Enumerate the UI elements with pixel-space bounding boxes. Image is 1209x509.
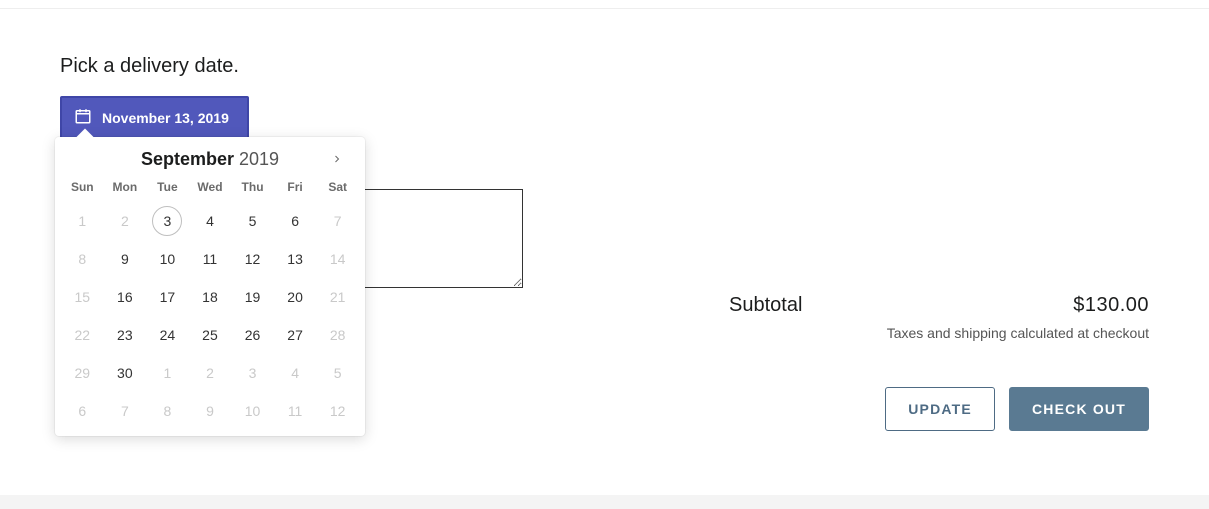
subtotal-amount: $130.00 bbox=[1073, 294, 1149, 317]
calendar-weekday: Wed bbox=[189, 174, 232, 202]
calendar-day[interactable]: 27 bbox=[274, 316, 317, 354]
calendar-day: 7 bbox=[316, 202, 359, 240]
calendar-day[interactable]: 23 bbox=[104, 316, 147, 354]
calendar-day: 10 bbox=[231, 392, 274, 430]
calendar-day[interactable]: 3 bbox=[146, 202, 189, 240]
calendar-day: 8 bbox=[146, 392, 189, 430]
calendar-day[interactable]: 9 bbox=[104, 240, 147, 278]
calendar-day[interactable]: 30 bbox=[104, 354, 147, 392]
calendar-day: 7 bbox=[104, 392, 147, 430]
calendar-weekday: Fri bbox=[274, 174, 317, 202]
calendar-month: September bbox=[141, 149, 234, 169]
calendar-day[interactable]: 13 bbox=[274, 240, 317, 278]
calendar-day[interactable]: 4 bbox=[189, 202, 232, 240]
calendar-day[interactable]: 25 bbox=[189, 316, 232, 354]
calendar-title: September 2019 bbox=[141, 149, 279, 170]
calendar-weekday: Sun bbox=[61, 174, 104, 202]
calendar-day[interactable]: 24 bbox=[146, 316, 189, 354]
calendar-day: 2 bbox=[104, 202, 147, 240]
subtotal-label: Subtotal bbox=[729, 294, 802, 317]
calendar-day: 1 bbox=[61, 202, 104, 240]
calendar-day: 2 bbox=[189, 354, 232, 392]
calendar-day: 14 bbox=[316, 240, 359, 278]
calendar-day: 12 bbox=[316, 392, 359, 430]
calendar-day: 4 bbox=[274, 354, 317, 392]
calendar-day: 21 bbox=[316, 278, 359, 316]
calendar-day[interactable]: 16 bbox=[104, 278, 147, 316]
calendar-weekday: Mon bbox=[104, 174, 147, 202]
calendar-day[interactable]: 12 bbox=[231, 240, 274, 278]
calendar-day: 5 bbox=[316, 354, 359, 392]
calendar-day: 8 bbox=[61, 240, 104, 278]
calendar-day: 3 bbox=[231, 354, 274, 392]
calendar-day: 1 bbox=[146, 354, 189, 392]
footer-strip bbox=[0, 495, 1209, 509]
calendar-day[interactable]: 17 bbox=[146, 278, 189, 316]
calendar-day: 9 bbox=[189, 392, 232, 430]
calendar-day: 28 bbox=[316, 316, 359, 354]
calendar-day: 11 bbox=[274, 392, 317, 430]
delivery-date-value: November 13, 2019 bbox=[102, 110, 229, 126]
calendar-day[interactable]: 19 bbox=[231, 278, 274, 316]
checkout-button[interactable]: CHECK OUT bbox=[1009, 387, 1149, 431]
calendar-day[interactable]: 5 bbox=[231, 202, 274, 240]
calendar-day: 29 bbox=[61, 354, 104, 392]
calendar-day[interactable]: 11 bbox=[189, 240, 232, 278]
calendar-next-button[interactable] bbox=[325, 149, 349, 173]
calendar-day[interactable]: 20 bbox=[274, 278, 317, 316]
calendar-day: 15 bbox=[61, 278, 104, 316]
calendar-day[interactable]: 6 bbox=[274, 202, 317, 240]
calendar-day[interactable]: 10 bbox=[146, 240, 189, 278]
update-button[interactable]: UPDATE bbox=[885, 387, 995, 431]
chevron-right-icon bbox=[331, 152, 343, 170]
calendar-day[interactable]: 18 bbox=[189, 278, 232, 316]
calendar-day[interactable]: 26 bbox=[231, 316, 274, 354]
tax-shipping-note: Taxes and shipping calculated at checkou… bbox=[729, 325, 1149, 341]
calendar-day: 22 bbox=[61, 316, 104, 354]
calendar-grid: SunMonTueWedThuFriSat 123456789101112131… bbox=[61, 174, 359, 430]
calendar-weekday: Thu bbox=[231, 174, 274, 202]
calendar-icon bbox=[74, 107, 102, 128]
delivery-date-prompt: Pick a delivery date. bbox=[60, 55, 600, 78]
calendar-popover: September 2019 SunMonTueWedThuFriSat 123… bbox=[55, 137, 365, 436]
calendar-day: 6 bbox=[61, 392, 104, 430]
calendar-year: 2019 bbox=[239, 149, 279, 169]
calendar-weekday: Tue bbox=[146, 174, 189, 202]
calendar-weekday: Sat bbox=[316, 174, 359, 202]
